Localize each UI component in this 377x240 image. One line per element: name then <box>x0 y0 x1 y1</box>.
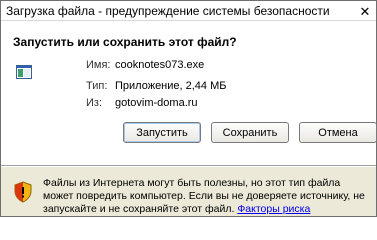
file-type-label: Тип: <box>86 80 108 92</box>
close-icon[interactable]: ✕ <box>357 3 373 19</box>
security-shield-icon <box>14 181 32 203</box>
save-button[interactable]: Сохранить <box>211 122 289 143</box>
file-name-label: Имя: <box>86 59 111 71</box>
run-button[interactable]: Запустить <box>123 122 201 143</box>
title-bar[interactable]: Загрузка файла - предупреждение системы … <box>1 1 376 21</box>
file-type-value: Приложение, 2,44 МБ <box>115 80 227 92</box>
file-source-label: Из: <box>86 97 103 109</box>
prompt-question: Запустить или сохранить этот файл? <box>13 35 237 49</box>
risk-factors-link[interactable]: Факторы риска <box>237 203 310 215</box>
cancel-button[interactable]: Отмена <box>299 122 377 143</box>
file-source-value: gotovim-doma.ru <box>115 97 198 109</box>
file-download-security-dialog: Загрузка файла - предупреждение системы … <box>0 0 377 217</box>
file-executable-icon <box>16 65 32 79</box>
file-name-value: cooknotes073.exe <box>115 59 205 71</box>
security-warning-panel: Файлы из Интернета могут быть полезны, н… <box>1 167 376 216</box>
warning-message: Файлы из Интернета могут быть полезны, н… <box>43 177 365 215</box>
security-warning-text: Файлы из Интернета могут быть полезны, н… <box>43 177 371 216</box>
dialog-content: Запустить или сохранить этот файл? Имя: … <box>1 21 377 165</box>
window-title: Загрузка файла - предупреждение системы … <box>6 4 330 18</box>
